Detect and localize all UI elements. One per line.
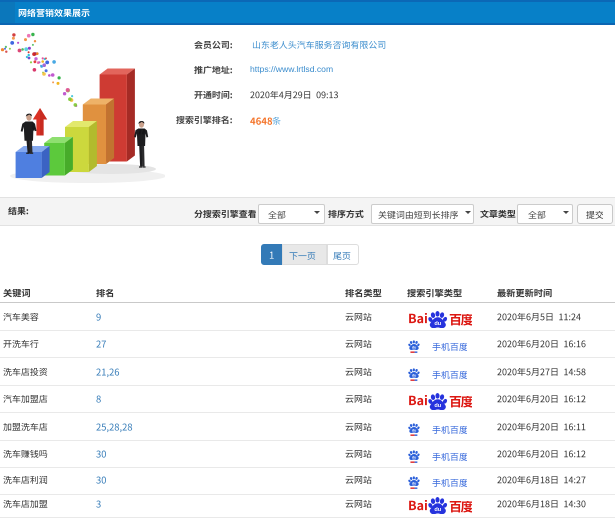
svg-text:du: du [412,482,416,486]
svg-text:du: du [434,321,441,327]
svg-text:du: du [412,346,416,350]
svg-text:du: du [412,373,416,377]
svg-text:du: du [434,403,441,409]
svg-text:du: du [434,507,441,513]
svg-text:du: du [412,428,416,432]
svg-text:du: du [412,455,416,459]
